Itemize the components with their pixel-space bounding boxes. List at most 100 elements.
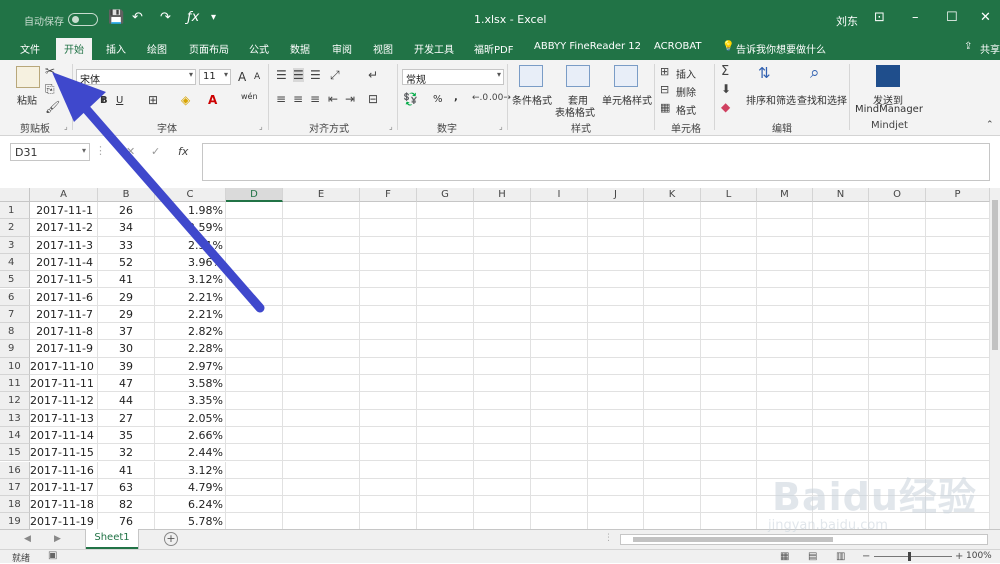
cell-a[interactable]: 2017-11-9 [30,340,98,358]
align-right-icon[interactable]: ≡ [310,92,320,106]
tab-formulas[interactable]: 公式 [249,41,269,56]
column-header-e[interactable]: E [283,188,360,202]
cell-a[interactable]: 2017-11-2 [30,219,98,237]
cell-c[interactable]: 6.24% [155,496,226,514]
currency-icon[interactable]: 💱 [403,92,418,106]
find-select-button[interactable]: 查找和选择 [797,92,847,107]
row-header[interactable]: 13 [0,409,30,427]
tab-page-layout[interactable]: 页面布局 [189,41,229,56]
align-left-icon[interactable]: ≡ [276,92,286,106]
fx-icon[interactable]: ƒx [187,10,199,25]
column-header-i[interactable]: I [531,188,588,202]
cell-a[interactable]: 2017-11-4 [30,253,98,271]
cancel-icon[interactable]: ✕ [126,145,135,158]
insert-function-button[interactable]: fx [178,145,188,158]
cell-a[interactable]: 2017-11-14 [30,426,98,444]
cell-c[interactable]: 5.78% [155,513,226,529]
tab-data[interactable]: 数据 [290,41,310,56]
cell-c[interactable]: 3.12% [155,271,226,289]
cell-a[interactable]: 2017-11-19 [30,513,98,529]
fill-color-icon[interactable]: ◈ [181,93,190,107]
paste-button[interactable]: 粘贴 [17,92,37,107]
cell-c[interactable]: 2.97% [155,357,226,375]
cell-c[interactable]: 2.21% [155,305,226,323]
zoom-level[interactable]: 100% [966,551,992,561]
tab-insert[interactable]: 插入 [106,41,126,56]
align-top-icon[interactable]: ☰ [276,68,287,82]
page-break-view-icon[interactable]: ▥ [836,551,845,562]
cell-b[interactable]: 82 [98,496,155,514]
row-header[interactable]: 4 [0,253,30,272]
autosum-icon[interactable]: Σ [721,64,729,79]
tab-acrobat[interactable]: ACROBAT [654,41,702,52]
cell-c[interactable]: 2.51% [155,236,226,254]
cell-a[interactable]: 2017-11-1 [30,202,98,219]
column-header-n[interactable]: N [813,188,869,202]
cell-a[interactable]: 2017-11-13 [30,409,98,427]
ribbon-display-icon[interactable]: ⊡ [874,10,885,25]
cell-a[interactable]: 2017-11-3 [30,236,98,254]
add-sheet-icon[interactable]: + [164,532,178,546]
alignment-launcher-icon[interactable]: ⌟ [389,122,393,131]
cell-b[interactable]: 41 [98,271,155,289]
cell-b[interactable]: 63 [98,478,155,496]
row-header[interactable]: 15 [0,444,30,462]
sheet-prev-icon[interactable]: ◀ [24,534,31,544]
paste-icon[interactable] [16,66,40,88]
row-header[interactable]: 8 [0,323,30,341]
cell-c[interactable]: 2.44% [155,444,226,462]
sort-filter-button[interactable]: 排序和筛选 [746,92,796,107]
column-header-l[interactable]: L [701,188,757,202]
cell-b[interactable]: 37 [98,323,155,341]
page-layout-view-icon[interactable]: ▤ [808,551,817,562]
cell-c[interactable]: 2.21% [155,288,226,306]
sheet-next-icon[interactable]: ▶ [54,534,61,544]
cell-a[interactable]: 2017-11-18 [30,496,98,514]
font-size-select[interactable]: 11 ▾ [199,69,231,85]
increase-indent-icon[interactable]: ⇥ [345,92,355,106]
row-header[interactable]: 14 [0,426,30,445]
cell-c[interactable]: 2.66% [155,426,226,444]
cell-a[interactable]: 2017-11-8 [30,323,98,341]
save-icon[interactable]: 💾 [108,10,124,25]
fill-icon[interactable]: ⬇ [721,82,731,96]
row-header[interactable]: 2 [0,219,30,237]
cell-a[interactable]: 2017-11-15 [30,444,98,462]
cell-a[interactable]: 2017-11-17 [30,478,98,496]
align-bottom-icon[interactable]: ☰ [310,68,321,82]
zoom-slider-thumb[interactable] [908,552,911,561]
sort-filter-icon[interactable]: ⇅ [758,64,771,82]
format-cells-icon[interactable]: ▦ [660,101,670,114]
sheet-tab-sheet1[interactable]: Sheet1 [86,529,138,549]
column-header-m[interactable]: M [757,188,813,202]
align-center-icon[interactable]: ≡ [293,92,303,106]
cell-b[interactable]: 29 [98,288,155,306]
cell-b[interactable]: 52 [98,253,155,271]
select-all-corner[interactable] [0,188,30,202]
zoom-slider[interactable] [874,556,952,557]
mindmanager-button[interactable]: MindManager [855,104,923,115]
tab-home[interactable]: 开始 [56,38,92,60]
column-header-p[interactable]: P [926,188,990,202]
row-header[interactable]: 1 [0,202,30,220]
share-icon[interactable]: ⇪ [964,41,972,52]
formula-bar-dots-icon[interactable]: ⋮ [95,144,106,157]
column-header-h[interactable]: H [474,188,531,202]
zoom-in-icon[interactable]: + [955,551,963,562]
font-launcher-icon[interactable]: ⌟ [259,122,263,131]
column-header-b[interactable]: B [98,188,155,202]
customize-qat-icon[interactable]: ▾ [211,12,216,23]
cell-b[interactable]: 39 [98,357,155,375]
row-header[interactable]: 16 [0,461,30,479]
cell-a[interactable]: 2017-11-11 [30,375,98,392]
phonetic-button[interactable]: wén [241,92,258,101]
comma-button[interactable]: , [454,92,458,103]
shrink-font-button[interactable]: A [254,72,260,82]
clipboard-launcher-icon[interactable]: ⌟ [64,122,68,131]
cell-a[interactable]: 2017-11-12 [30,392,98,410]
close-icon[interactable]: ✕ [980,10,991,25]
orientation-icon[interactable]: ⤢ [330,68,340,83]
cell-b[interactable]: 76 [98,513,155,529]
row-header[interactable]: 3 [0,236,30,254]
name-box[interactable]: D31 ▾ [10,143,90,161]
